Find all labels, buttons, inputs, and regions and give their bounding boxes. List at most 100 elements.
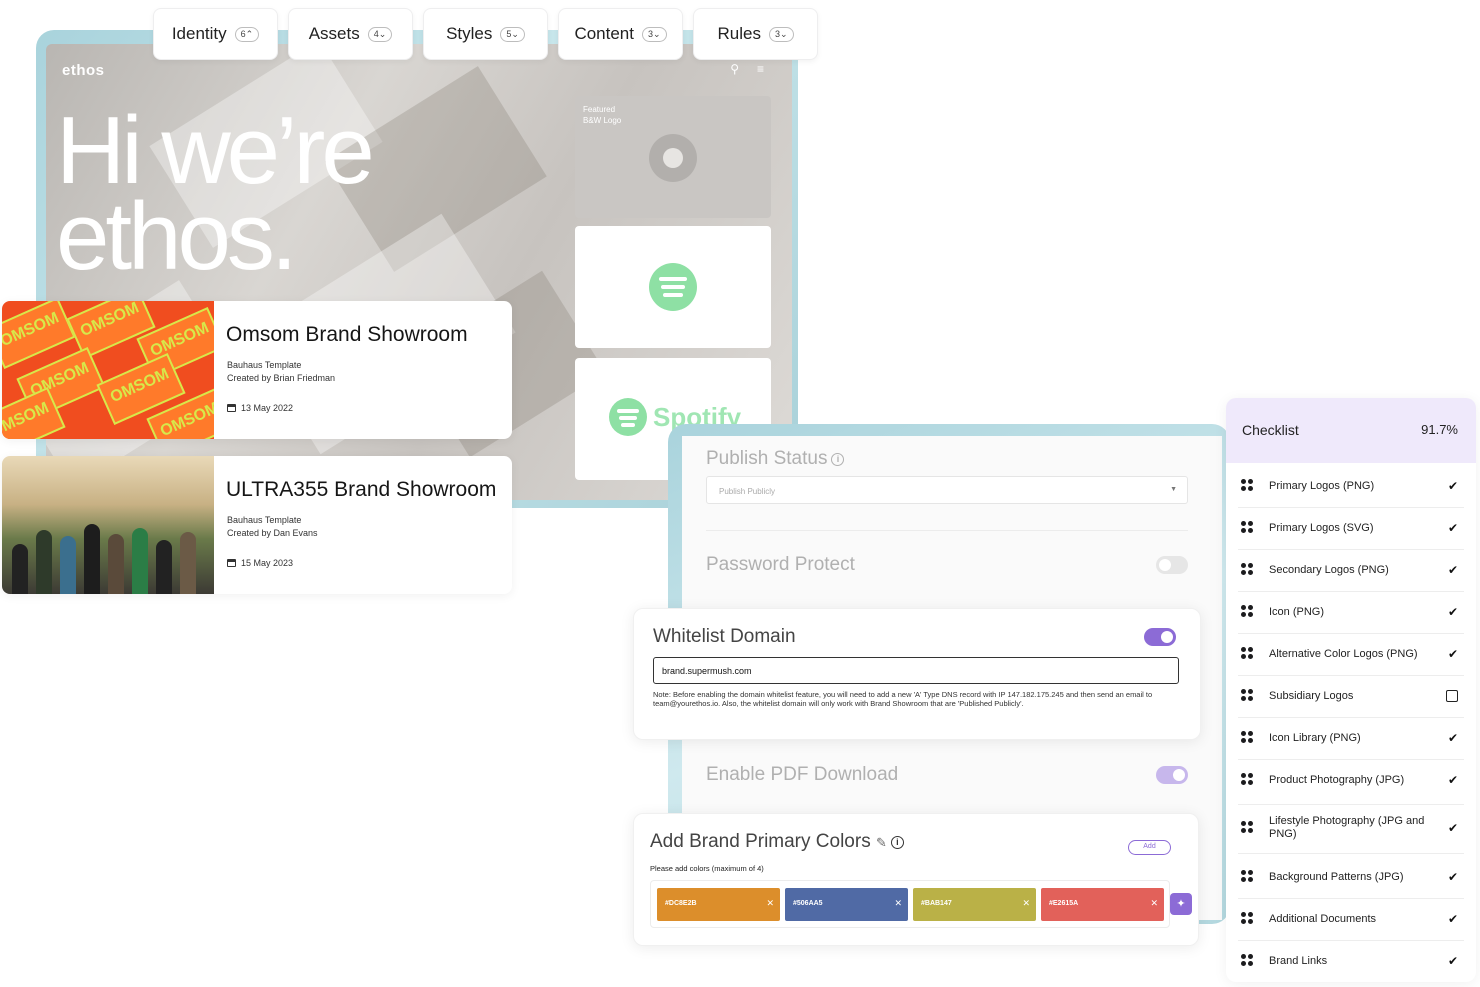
checklist-item[interactable]: Additional Documents ✔ <box>1226 907 1476 931</box>
checkbox-empty-icon[interactable] <box>1446 690 1458 702</box>
color-hex: #BAB147 <box>921 900 952 907</box>
showroom-card-omsom[interactable]: OMSOM OMSOM OMSOM OMSOM OMSOM OMSOM OMSO… <box>2 301 512 439</box>
publish-status-select[interactable]: Publish Publicly ▼ <box>706 476 1188 504</box>
download-icon[interactable] <box>649 134 697 182</box>
checkmark-icon[interactable]: ✔ <box>1448 521 1458 535</box>
hero-headline-line1: Hi we’re <box>56 97 375 204</box>
showroom-date-text: 13 May 2022 <box>241 403 294 413</box>
remove-icon[interactable]: ✕ <box>1022 898 1030 909</box>
brand-colors-label: Add Brand Primary Colors <box>650 831 871 852</box>
drag-handle-icon[interactable] <box>1241 479 1254 492</box>
divider <box>1238 717 1464 718</box>
featured-logo-card[interactable]: Featured B&W Logo <box>575 96 771 218</box>
drag-handle-icon[interactable] <box>1241 521 1254 534</box>
tab-assets[interactable]: Assets 4⌄ <box>288 8 413 60</box>
checklist-item[interactable]: Lifestyle Photography (JPG and PNG) ✔ <box>1226 815 1476 840</box>
showroom-title[interactable]: ULTRA355 Brand Showroom <box>226 478 496 502</box>
checklist-item[interactable]: Primary Logos (SVG) ✔ <box>1226 516 1476 540</box>
hero-headline-line2: ethos. <box>56 183 298 290</box>
whitelist-domain-toggle[interactable] <box>1144 628 1176 646</box>
checklist-item[interactable]: Icon Library (PNG) ✔ <box>1226 726 1476 750</box>
drag-handle-icon[interactable] <box>1241 605 1254 618</box>
whitelist-note: Note: Before enabling the domain whiteli… <box>653 690 1153 708</box>
checklist-item-label: Primary Logos (PNG) <box>1269 479 1375 492</box>
tab-styles[interactable]: Styles 5⌄ <box>423 8 548 60</box>
checklist-item[interactable]: Brand Links ✔ <box>1226 949 1476 973</box>
tab-count: 6 <box>240 28 246 39</box>
tab-label: Content <box>574 24 634 43</box>
drag-handle-icon[interactable] <box>1241 563 1254 576</box>
drag-handle-icon[interactable] <box>1241 773 1254 786</box>
spotify-logo-card[interactable] <box>575 226 771 348</box>
showroom-thumbnail: OMSOM OMSOM OMSOM OMSOM OMSOM OMSOM OMSO… <box>2 301 214 439</box>
tab-rules[interactable]: Rules 3⌄ <box>693 8 818 60</box>
ethos-logo[interactable]: ethos <box>62 62 105 79</box>
remove-icon[interactable]: ✕ <box>894 898 902 909</box>
checkmark-icon[interactable]: ✔ <box>1448 870 1458 884</box>
checkmark-icon[interactable]: ✔ <box>1448 563 1458 577</box>
remove-icon[interactable]: ✕ <box>766 898 774 909</box>
drag-handle-icon[interactable] <box>1241 689 1254 702</box>
checkmark-icon[interactable]: ✔ <box>1448 647 1458 661</box>
checklist-item[interactable]: Product Photography (JPG) ✔ <box>1226 768 1476 792</box>
tab-identity[interactable]: Identity 6⌃ <box>153 8 278 60</box>
checklist-item-label: Primary Logos (SVG) <box>1269 521 1374 534</box>
drag-handle-icon[interactable] <box>1241 954 1254 967</box>
showroom-template: Bauhaus Template <box>227 360 302 370</box>
checklist-item-label: Lifestyle Photography (JPG and PNG) <box>1269 815 1425 840</box>
add-color-button[interactable]: Add <box>1128 840 1171 855</box>
color-hex: #DC8E2B <box>665 900 697 907</box>
color-swatch[interactable]: #E2615A ✕ <box>1041 888 1164 921</box>
checklist-item-label: Additional Documents <box>1269 912 1377 925</box>
spotify-icon <box>609 398 647 436</box>
menu-icon[interactable]: ≡ <box>757 62 764 76</box>
info-icon[interactable]: i <box>890 836 904 849</box>
showroom-card-ultra355[interactable]: ULTRA355 Brand Showroom Bauhaus Template… <box>2 456 512 594</box>
checkmark-icon[interactable]: ✔ <box>1448 605 1458 619</box>
featured-caption: Featured B&W Logo <box>583 104 621 126</box>
drag-handle-icon[interactable] <box>1241 912 1254 925</box>
featured-caption-line2: B&W Logo <box>583 116 622 125</box>
checklist-item[interactable]: Secondary Logos (PNG) ✔ <box>1226 558 1476 582</box>
checkmark-icon[interactable]: ✔ <box>1448 773 1458 787</box>
checklist-item[interactable]: Icon (PNG) ✔ <box>1226 600 1476 624</box>
drag-handle-icon[interactable] <box>1241 731 1254 744</box>
drag-handle-icon[interactable] <box>1241 870 1254 883</box>
publish-status-heading: Publish Status i <box>706 448 845 470</box>
remove-icon[interactable]: ✕ <box>1150 898 1158 909</box>
checklist-item[interactable]: Background Patterns (JPG) ✔ <box>1226 865 1476 889</box>
checklist-item-label: Icon (PNG) <box>1269 605 1325 618</box>
checkmark-icon[interactable]: ✔ <box>1448 821 1458 835</box>
password-protect-toggle[interactable] <box>1156 556 1188 574</box>
showroom-title[interactable]: Omsom Brand Showroom <box>226 323 468 347</box>
checkmark-icon[interactable]: ✔ <box>1448 954 1458 968</box>
info-icon[interactable]: i <box>831 453 845 466</box>
drag-handle-icon[interactable] <box>1241 647 1254 660</box>
whitelist-domain-input[interactable]: brand.supermush.com <box>653 657 1179 684</box>
color-swatch[interactable]: #506AA5 ✕ <box>785 888 908 921</box>
tab-count-badge: 4⌄ <box>367 26 393 42</box>
divider <box>1238 549 1464 550</box>
tab-count-badge: 6⌃ <box>234 26 260 42</box>
divider <box>1238 759 1464 760</box>
sparkle-icon[interactable]: ✦ <box>1170 893 1192 915</box>
search-icon[interactable]: ⚲ <box>730 62 739 76</box>
checklist-item-label: Background Patterns (JPG) <box>1269 870 1404 883</box>
checkmark-icon[interactable]: ✔ <box>1448 912 1458 926</box>
tab-label: Identity <box>171 24 227 43</box>
checklist-item-label: Subsidiary Logos <box>1269 689 1354 702</box>
checklist-item[interactable]: Primary Logos (PNG) ✔ <box>1226 474 1476 498</box>
tab-content[interactable]: Content 3⌄ <box>558 8 683 60</box>
showroom-meta: Bauhaus Template Created by Brian Friedm… <box>227 359 335 385</box>
tab-count: 4 <box>373 28 379 39</box>
enable-pdf-download-toggle[interactable] <box>1156 766 1188 784</box>
checklist-item[interactable]: Alternative Color Logos (PNG) ✔ <box>1226 642 1476 666</box>
color-swatch[interactable]: #BAB147 ✕ <box>913 888 1036 921</box>
drag-handle-icon[interactable] <box>1241 821 1254 834</box>
checkmark-icon[interactable]: ✔ <box>1448 479 1458 493</box>
divider <box>1238 853 1464 854</box>
color-swatch[interactable]: #DC8E2B ✕ <box>657 888 780 921</box>
pencil-icon[interactable]: ✎ <box>876 835 887 850</box>
checkmark-icon[interactable]: ✔ <box>1448 731 1458 745</box>
checklist-item[interactable]: Subsidiary Logos <box>1226 684 1476 708</box>
